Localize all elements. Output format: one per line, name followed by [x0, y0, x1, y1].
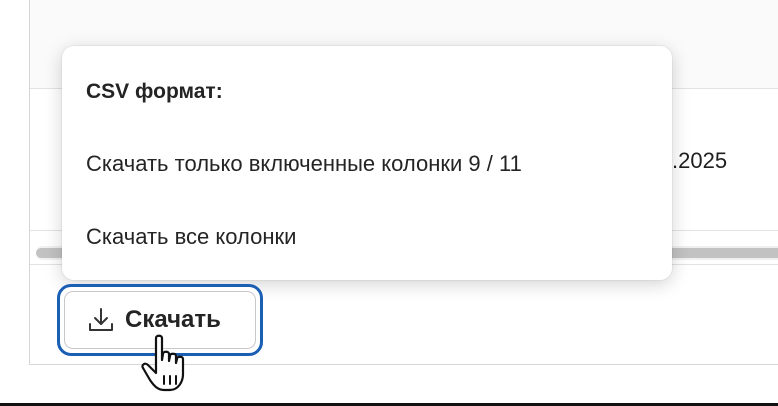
- table-cell-date: .2025: [672, 148, 728, 173]
- download-icon: [89, 308, 113, 331]
- menu-heading: CSV формат:: [86, 80, 223, 103]
- hand-pointer-icon: [141, 334, 185, 392]
- menu-item-download-enabled-columns[interactable]: Скачать только включенные колонки 9 / 11: [62, 138, 672, 190]
- download-button-label: Скачать: [125, 306, 221, 333]
- menu-item-download-all-columns[interactable]: Скачать все колонки: [62, 211, 672, 263]
- menu-item-label: Скачать все колонки: [86, 224, 297, 249]
- menu-item-label: Скачать только включенные колонки 9 / 11: [86, 151, 522, 176]
- download-format-menu: CSV формат: Скачать только включенные ко…: [62, 46, 672, 280]
